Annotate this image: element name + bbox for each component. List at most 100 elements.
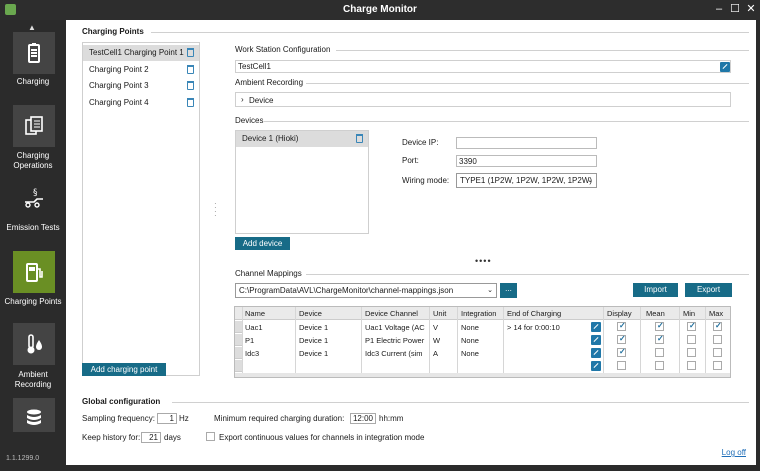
mean-checkbox[interactable] (655, 348, 664, 357)
divider (336, 50, 749, 51)
browse-button[interactable]: ... (500, 283, 517, 298)
sampling-frequency-input[interactable]: 1 (157, 413, 177, 424)
document-stack-icon (25, 116, 43, 135)
list-item[interactable]: Device 1 (Hioki) (236, 131, 368, 147)
chevron-down-icon: ⌄ (587, 177, 593, 184)
export-continuous-checkbox[interactable] (206, 432, 215, 441)
table-cell[interactable]: > 14 for 0:00:10 (507, 323, 560, 332)
table-cell[interactable]: Uac1 Voltage (AC (365, 323, 429, 332)
table-horizontal-scrollbar[interactable] (235, 373, 730, 377)
divider (306, 83, 749, 84)
close-icon[interactable]: ✕ (744, 2, 758, 16)
sidebar-item-label: Charging Points (4, 297, 62, 306)
divider (151, 32, 749, 33)
row-selector[interactable] (235, 347, 242, 359)
charging-points-title: Charging Points (82, 27, 144, 36)
scroll-up-icon[interactable]: ▲ (28, 23, 36, 32)
edit-icon[interactable] (591, 348, 601, 358)
row-selector[interactable] (235, 334, 242, 346)
trash-icon[interactable] (187, 98, 194, 107)
mean-checkbox[interactable] (655, 321, 664, 331)
window-scrollbar[interactable] (756, 20, 760, 471)
table-cell[interactable]: Idc3 Current (sim (365, 349, 429, 358)
edit-icon[interactable] (591, 361, 601, 371)
database-icon (27, 409, 41, 425)
vertical-splitter-handle[interactable]: · · · · (214, 200, 217, 220)
table-cell[interactable]: None (461, 336, 479, 345)
min-duration-input[interactable]: 12:00 (350, 413, 376, 424)
table-cell[interactable]: P1 Electric Power (365, 336, 429, 345)
row-selector[interactable] (235, 360, 242, 372)
table-cell[interactable]: V (433, 323, 438, 332)
divider (172, 402, 749, 403)
channel-mapping-path-select[interactable]: C:\ProgramData\AVL\ChargeMonitor\channel… (235, 283, 497, 298)
version-label: 1.1.1299.0 (6, 455, 40, 462)
trash-icon[interactable] (187, 65, 194, 74)
sidebar-item-label: Charging Operations (13, 151, 53, 170)
window-title: Charge Monitor (343, 4, 417, 15)
keep-history-label: Keep history for: (82, 433, 141, 442)
port-label: Port: (402, 156, 419, 165)
sampling-frequency-label: Sampling frequency: (82, 414, 155, 423)
trash-icon[interactable] (356, 134, 363, 143)
keep-history-input[interactable]: 21 (141, 432, 161, 443)
table-cell[interactable]: Device 1 (299, 323, 328, 332)
work-station-title: Work Station Configuration (235, 45, 331, 54)
min-checkbox[interactable] (687, 348, 696, 357)
trash-icon[interactable] (187, 81, 194, 90)
chevron-down-icon: ⌄ (487, 287, 493, 294)
emission-icon: § (25, 188, 43, 208)
device-list: Device 1 (Hioki) (235, 130, 369, 234)
sampling-unit: Hz (179, 414, 189, 423)
edit-icon[interactable] (720, 62, 730, 72)
min-duration-unit: hh:mm (379, 414, 404, 423)
mean-checkbox[interactable] (655, 361, 664, 370)
ambient-device-expander[interactable]: › Device (235, 92, 731, 107)
min-checkbox[interactable] (687, 321, 696, 331)
table-cell[interactable]: P1 (245, 336, 254, 345)
wiring-mode-select[interactable]: TYPE1 (1P2W, 1P2W, 1P2W, 1P2W) ⌄ (456, 173, 597, 188)
maximize-icon[interactable]: ☐ (728, 2, 742, 16)
port-input[interactable]: 3390 (456, 155, 597, 167)
add-device-button[interactable]: Add device (235, 237, 290, 250)
log-off-link[interactable]: Log off (722, 448, 746, 457)
table-cell[interactable]: Uac1 (245, 323, 263, 332)
export-continuous-label: Export continuous values for channels in… (219, 433, 425, 442)
import-button[interactable]: Import (633, 283, 678, 297)
minimize-icon[interactable]: – (712, 2, 726, 16)
export-button[interactable]: Export (685, 283, 732, 297)
max-checkbox[interactable] (713, 335, 722, 344)
min-checkbox[interactable] (687, 335, 696, 344)
max-checkbox[interactable] (713, 321, 722, 331)
table-cell[interactable]: None (461, 323, 479, 332)
list-item[interactable]: Charging Point 4 (83, 95, 199, 111)
table-cell[interactable]: Device 1 (299, 336, 328, 345)
add-charging-point-button[interactable]: Add charging point (82, 363, 166, 376)
horizontal-splitter-handle[interactable]: •••• (475, 256, 492, 266)
table-cell[interactable]: A (433, 349, 438, 358)
row-selector[interactable] (235, 321, 242, 333)
edit-icon[interactable] (591, 335, 601, 345)
table-cell[interactable]: W (433, 336, 440, 345)
device-ip-input[interactable] (456, 137, 597, 149)
list-item[interactable]: TestCell1 Charging Point 1 (83, 45, 199, 61)
list-item[interactable]: Charging Point 2 (83, 62, 199, 78)
edit-icon[interactable] (591, 322, 601, 332)
divider (306, 274, 749, 275)
mean-checkbox[interactable] (655, 334, 664, 344)
min-duration-label: Minimum required charging duration: (214, 414, 345, 423)
table-cell[interactable]: Device 1 (299, 349, 328, 358)
display-checkbox[interactable] (617, 321, 626, 331)
min-checkbox[interactable] (687, 361, 696, 370)
max-checkbox[interactable] (713, 361, 722, 370)
display-checkbox[interactable] (617, 347, 626, 357)
trash-icon[interactable] (187, 48, 194, 57)
table-cell[interactable]: Idc3 (245, 349, 259, 358)
display-checkbox[interactable] (617, 361, 626, 370)
table-cell[interactable]: None (461, 349, 479, 358)
display-checkbox[interactable] (617, 334, 626, 344)
work-station-field[interactable]: TestCell1 (235, 60, 731, 73)
device-ip-label: Device IP: (402, 138, 439, 147)
list-item[interactable]: Charging Point 3 (83, 78, 199, 94)
max-checkbox[interactable] (713, 348, 722, 357)
